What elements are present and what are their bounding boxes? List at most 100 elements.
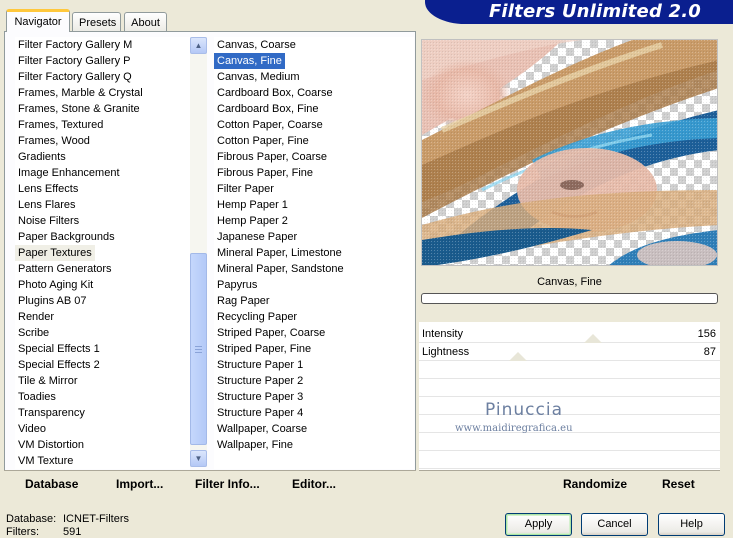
slider-empty-row — [419, 433, 720, 451]
filter-list-item[interactable]: Striped Paper, Fine — [214, 341, 414, 357]
category-list-item[interactable]: Scribe — [15, 325, 190, 341]
scroll-down-button[interactable]: ▼ — [190, 450, 207, 467]
filter-list-item[interactable]: Structure Paper 1 — [214, 357, 414, 373]
randomize-button[interactable]: Randomize — [563, 477, 627, 491]
slider-lightness-value: 87 — [703, 346, 716, 358]
category-list-item[interactable]: Filter Factory Gallery P — [15, 53, 190, 69]
category-list-item[interactable]: VM Distortion — [15, 437, 190, 453]
preview-image — [421, 39, 718, 266]
filter-list-item[interactable]: Filter Paper — [214, 181, 414, 197]
category-list-item[interactable]: Transparency — [15, 405, 190, 421]
tab-presets[interactable]: Presets — [72, 12, 121, 31]
slider-empty-row — [419, 451, 720, 469]
filter-list-item[interactable]: Japanese Paper — [214, 229, 414, 245]
filter-list-item[interactable]: Papyrus — [214, 277, 414, 293]
tab-navigator[interactable]: Navigator — [6, 9, 70, 32]
filter-list-item[interactable]: Canvas, Fine — [214, 53, 285, 69]
category-list-item[interactable]: Paper Textures — [15, 245, 95, 261]
filter-list-item[interactable]: Mineral Paper, Sandstone — [214, 261, 414, 277]
category-list-item[interactable]: Filter Factory Gallery M — [15, 37, 190, 53]
filter-list-item[interactable]: Cardboard Box, Fine — [214, 101, 414, 117]
category-list-item[interactable]: Image Enhancement — [15, 165, 190, 181]
grip-icon — [195, 345, 202, 353]
filter-list-item[interactable]: Structure Paper 4 — [214, 405, 414, 421]
slider-intensity-value: 156 — [697, 328, 716, 340]
slider-empty-row — [419, 397, 720, 415]
progress-bar — [421, 293, 718, 304]
slider-intensity-handle[interactable] — [584, 334, 603, 343]
filter-list-item[interactable]: Striped Paper, Coarse — [214, 325, 414, 341]
tab-about[interactable]: About — [124, 12, 167, 31]
category-list-item[interactable]: Tile & Mirror — [15, 373, 190, 389]
category-list-item[interactable]: Paper Backgrounds — [15, 229, 190, 245]
category-list-item[interactable]: Video — [15, 421, 190, 437]
reset-button[interactable]: Reset — [662, 477, 695, 491]
category-list-item[interactable]: Render — [15, 309, 190, 325]
slider-lightness-label: Lightness — [422, 346, 470, 358]
slider-intensity[interactable]: Intensity 156 — [419, 325, 720, 343]
scroll-thumb[interactable] — [190, 253, 207, 445]
preview-canvas — [422, 40, 717, 265]
status-database-value: ICNET-Filters — [63, 513, 129, 525]
category-list-item[interactable]: Lens Effects — [15, 181, 190, 197]
category-list-item[interactable]: Photo Aging Kit — [15, 277, 190, 293]
filter-list-item[interactable]: Hemp Paper 2 — [214, 213, 414, 229]
editor-button[interactable]: Editor... — [292, 477, 336, 491]
database-button[interactable]: Database — [25, 477, 78, 491]
slider-empty-row — [419, 379, 720, 397]
slider-empty-row — [419, 361, 720, 379]
status-filters-value: 591 — [63, 526, 82, 538]
category-list-item[interactable]: Frames, Stone & Granite — [15, 101, 190, 117]
category-list-item[interactable]: VM Texture — [15, 453, 190, 469]
category-list-item[interactable]: Pattern Generators — [15, 261, 190, 277]
title-banner: Filters Unlimited 2.0 — [425, 0, 733, 24]
filter-list-item[interactable]: Hemp Paper 1 — [214, 197, 414, 213]
filter-list-item[interactable]: Canvas, Medium — [214, 69, 414, 85]
watermark-name: Pinuccia — [485, 400, 563, 420]
category-list-item[interactable]: Frames, Wood — [15, 133, 190, 149]
apply-button[interactable]: Apply — [505, 513, 572, 536]
slider-lightness-handle[interactable] — [508, 352, 527, 361]
filter-list-item[interactable]: Cotton Paper, Fine — [214, 133, 414, 149]
parameters-panel[interactable]: Intensity 156 Lightness 87 Pinuccia www.… — [419, 322, 720, 470]
app-title: Filters Unlimited 2.0 — [488, 1, 701, 22]
filter-info-button[interactable]: Filter Info... — [195, 477, 260, 491]
filter-list-item[interactable]: Structure Paper 2 — [214, 373, 414, 389]
filter-list-item[interactable]: Mineral Paper, Limestone — [214, 245, 414, 261]
category-list-item[interactable]: Special Effects 1 — [15, 341, 190, 357]
import-button[interactable]: Import... — [116, 477, 163, 491]
filter-list-item[interactable]: Wallpaper, Coarse — [214, 421, 414, 437]
category-list-item[interactable]: Special Effects 2 — [15, 357, 190, 373]
chevron-up-icon: ▲ — [194, 41, 203, 50]
category-list-item[interactable]: Noise Filters — [15, 213, 190, 229]
filter-list-item[interactable]: Cotton Paper, Coarse — [214, 117, 414, 133]
category-list-item[interactable]: Lens Flares — [15, 197, 190, 213]
scroll-up-button[interactable]: ▲ — [190, 37, 207, 54]
category-list-item[interactable]: Filter Factory Gallery Q — [15, 69, 190, 85]
status-filters-label: Filters: — [6, 526, 39, 538]
filter-list-item[interactable]: Recycling Paper — [214, 309, 414, 325]
filter-list-item[interactable]: Canvas, Coarse — [214, 37, 414, 53]
status-database-label: Database: — [6, 513, 57, 525]
cancel-button[interactable]: Cancel — [581, 513, 648, 536]
filter-list-item[interactable]: Rag Paper — [214, 293, 414, 309]
filter-list-item[interactable]: Fibrous Paper, Coarse — [214, 149, 414, 165]
filter-list-item[interactable]: Structure Paper 3 — [214, 389, 414, 405]
category-list-item[interactable]: Frames, Marble & Crystal — [15, 85, 190, 101]
watermark-url: www.maidiregrafica.eu — [455, 423, 573, 434]
preview-filter-name: Canvas, Fine — [537, 276, 602, 288]
category-list-item[interactable]: Frames, Textured — [15, 117, 190, 133]
filter-list-item[interactable]: Wallpaper, Fine — [214, 437, 414, 453]
category-list-item[interactable]: Plugins AB 07 — [15, 293, 190, 309]
filter-list-item[interactable]: Cardboard Box, Coarse — [214, 85, 414, 101]
help-button[interactable]: Help — [658, 513, 725, 536]
slider-intensity-label: Intensity — [422, 328, 463, 340]
category-list[interactable]: Filter Factory Gallery M Filter Factory G… — [15, 37, 190, 469]
category-list-item[interactable]: Toadies — [15, 389, 190, 405]
category-scrollbar[interactable]: ▲ ▼ — [190, 37, 207, 467]
slider-lightness[interactable]: Lightness 87 — [419, 343, 720, 361]
category-list-item[interactable]: Gradients — [15, 149, 190, 165]
filter-list-item[interactable]: Fibrous Paper, Fine — [214, 165, 414, 181]
chevron-down-icon: ▼ — [194, 454, 203, 463]
filter-list[interactable]: Canvas, Coarse Canvas, Fine Canvas, Medium… — [214, 37, 414, 469]
